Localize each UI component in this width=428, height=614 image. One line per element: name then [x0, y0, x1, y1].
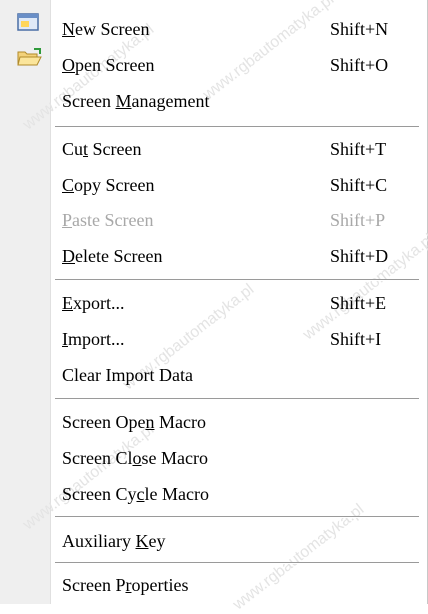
menu-item-screen-close-macro[interactable]: Screen Close Macro — [0, 441, 427, 477]
menu-item-paste-screen: Paste Screen Shift+P — [62, 210, 386, 230]
menu-separator — [55, 516, 419, 518]
menu-item-clear-import-data[interactable]: Clear Import Data — [0, 358, 427, 394]
menu-separator — [55, 279, 419, 281]
menu-separator — [55, 398, 419, 400]
menu-item-export[interactable]: Export... Shift+E — [0, 286, 427, 322]
context-menu: www.rgbautomatyka.pl www.rgbautomatyka.p… — [0, 0, 428, 613]
shortcut-label: Shift+N — [330, 19, 389, 39]
menu-item-import[interactable]: Import... Shift+I — [0, 322, 427, 358]
menu-item-screen-properties[interactable]: Screen Properties — [0, 568, 427, 604]
shortcut-label: Shift+I — [330, 329, 382, 349]
shortcut-label: Shift+T — [330, 139, 387, 159]
shortcut-label: Shift+E — [330, 293, 387, 313]
menu-item-copy-screen[interactable]: Copy Screen Shift+C — [0, 168, 427, 204]
shortcut-label: Shift+D — [330, 246, 389, 266]
menu-item-open-screen[interactable]: Open Screen Shift+O — [0, 48, 427, 84]
menu-item-screen-cycle-macro[interactable]: Screen Cycle Macro — [0, 477, 427, 513]
menu-item-delete-screen[interactable]: Delete Screen Shift+D — [0, 239, 427, 275]
menu-item-new-screen[interactable]: New Screen Shift+N — [0, 12, 427, 48]
shortcut-label: Shift+O — [330, 55, 389, 75]
shortcut-label: Shift+P — [330, 210, 386, 230]
menu-item-auxiliary-key[interactable]: Auxiliary Key — [0, 524, 427, 560]
menu-separator — [55, 126, 419, 128]
menu-item-screen-open-macro[interactable]: Screen Open Macro — [0, 405, 427, 441]
menu-item-cut-screen[interactable]: Cut Screen Shift+T — [0, 132, 427, 168]
shortcut-label: Shift+C — [330, 175, 388, 195]
menu-item-screen-management[interactable]: Screen Management — [0, 84, 427, 120]
menu-separator — [55, 562, 419, 564]
